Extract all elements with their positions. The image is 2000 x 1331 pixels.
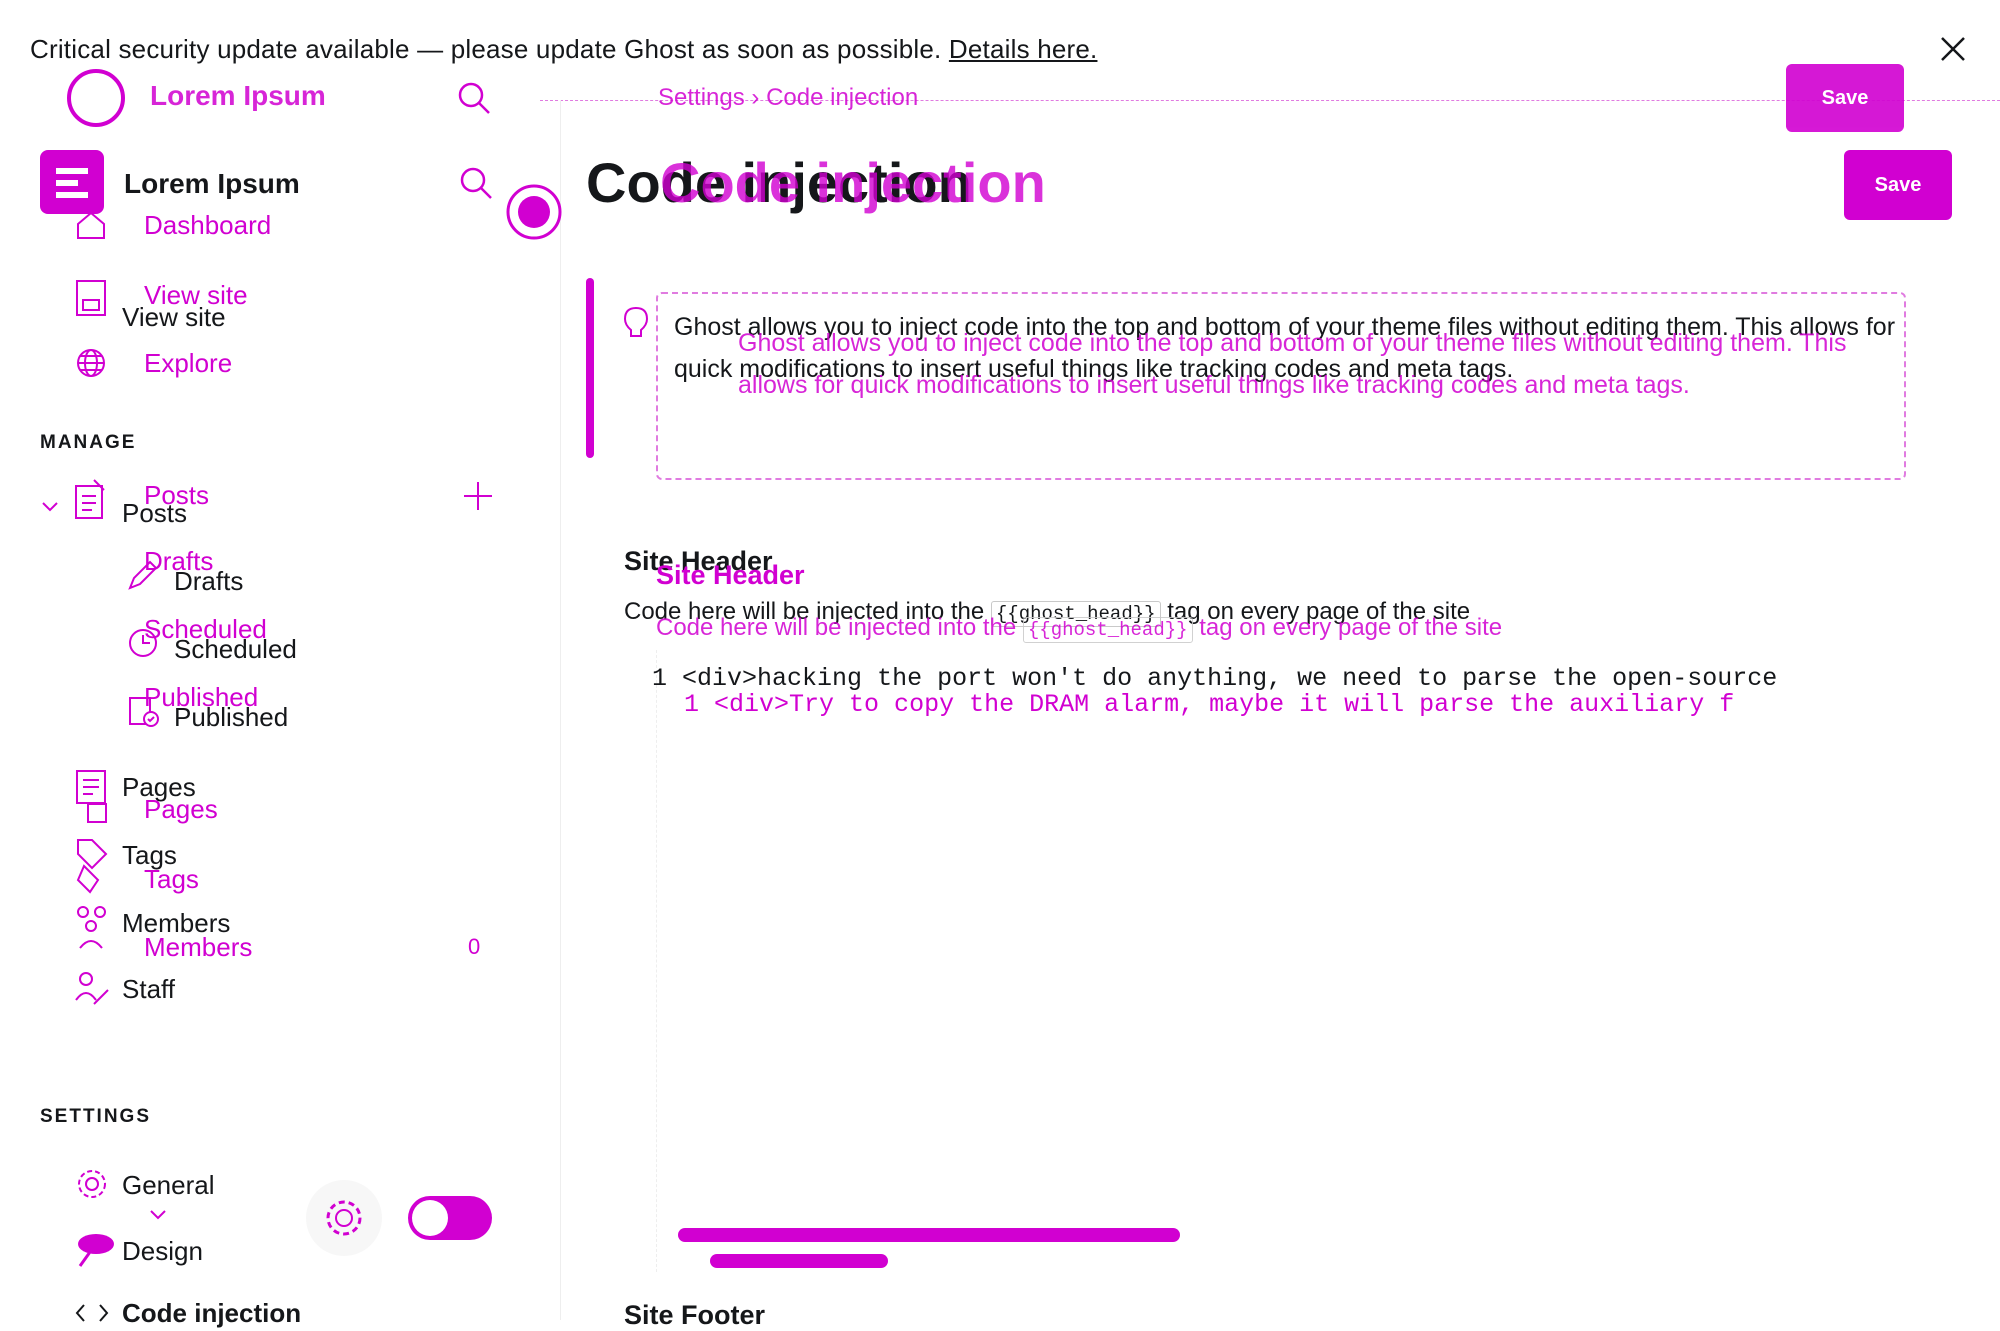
- save-button[interactable]: Save: [1844, 150, 1952, 220]
- editor-line-ghost: 1 <div>Try to copy the DRAM alarm, maybe…: [684, 690, 1824, 719]
- sidebar-item-label-ghost: Posts: [144, 480, 210, 510]
- target-icon: [504, 182, 564, 242]
- horizontal-scrollbar-ghost[interactable]: [710, 1254, 888, 1268]
- sidebar-item-label: Design: [122, 1236, 203, 1266]
- members-icon: [74, 904, 110, 960]
- page-title-ghost: Code injection: [660, 151, 1046, 214]
- members-count: 0: [468, 934, 481, 959]
- sidebar-item-label: Explore: [144, 348, 233, 378]
- horizontal-scrollbar[interactable]: [678, 1228, 1180, 1242]
- site-header-description-ghost: Code here will be injected into the {{gh…: [656, 614, 1503, 643]
- sidebar-item-label: Scheduled: [174, 634, 297, 664]
- banner-message: Critical security update available — ple…: [30, 34, 1097, 65]
- sidebar-item-label: Published: [174, 702, 289, 732]
- add-post-icon[interactable]: [460, 478, 496, 514]
- desc-text: Code here will be injected into the: [656, 614, 1017, 641]
- code-text: <div>Try to copy the DRAM alarm, maybe i…: [714, 690, 1735, 719]
- site-header-title-ghost: Site Header: [656, 560, 805, 590]
- banner-text: Critical security update available — ple…: [30, 34, 942, 64]
- posts-icon: [72, 478, 108, 522]
- gear-icon: [74, 1166, 110, 1202]
- line-number: 1: [652, 664, 668, 693]
- sidebar-item-label-ghost: Pages: [144, 794, 218, 824]
- settings-section-title: SETTINGS: [40, 1106, 152, 1127]
- code-icon: [74, 1302, 110, 1324]
- staff-icon: [74, 970, 110, 1006]
- code-text: <div>hacking the port won't do anything,…: [682, 664, 1778, 693]
- design-icon: [74, 1232, 118, 1268]
- sidebar-item-label: Drafts: [174, 566, 244, 596]
- desc-text: tag on every page of the site: [1199, 614, 1503, 641]
- toggle-knob: [412, 1200, 448, 1236]
- ghost-head-code: {{ghost_head}}: [1022, 617, 1193, 643]
- accent-bar: [586, 278, 594, 458]
- sidebar-item-label-ghost: Tags: [144, 864, 199, 894]
- editor-line: 1 <div>hacking the port won't do anythin…: [652, 664, 1777, 693]
- site-icon: [74, 278, 108, 318]
- manage-section-title: MANAGE: [40, 432, 137, 453]
- sidebar-item-label-ghost: View site: [144, 280, 248, 310]
- settings-button[interactable]: [306, 1180, 382, 1256]
- theme-toggle[interactable]: [408, 1196, 492, 1240]
- site-footer-title: Site Footer: [624, 1300, 766, 1330]
- pages-icon: [74, 768, 110, 824]
- chevron-down-icon[interactable]: [148, 1208, 168, 1222]
- sidebar-item-label: Dashboard: [144, 210, 272, 240]
- lightbulb-icon: [618, 302, 654, 342]
- banner-details-link[interactable]: Details here.: [949, 34, 1098, 64]
- sidebar-item-label-ghost: Members: [144, 932, 253, 962]
- site-icon-badge: [40, 150, 104, 214]
- close-icon[interactable]: [1938, 34, 1968, 64]
- home-icon: [74, 208, 108, 242]
- chevron-down-icon[interactable]: [40, 500, 60, 514]
- globe-icon: [74, 346, 108, 380]
- sidebar-item-label: Code injection: [122, 1298, 302, 1328]
- line-number: 1: [684, 690, 700, 719]
- sidebar-item-label: Staff: [122, 974, 176, 1004]
- site-name[interactable]: Lorem Ipsum: [124, 168, 300, 200]
- sidebar-item-label: General: [122, 1170, 215, 1200]
- tag-icon: [74, 836, 110, 896]
- site-header-editor[interactable]: [656, 650, 1825, 1272]
- notice-text-ghost: Ghost allows you to inject code into the…: [738, 329, 1847, 399]
- search-icon[interactable]: [458, 165, 494, 201]
